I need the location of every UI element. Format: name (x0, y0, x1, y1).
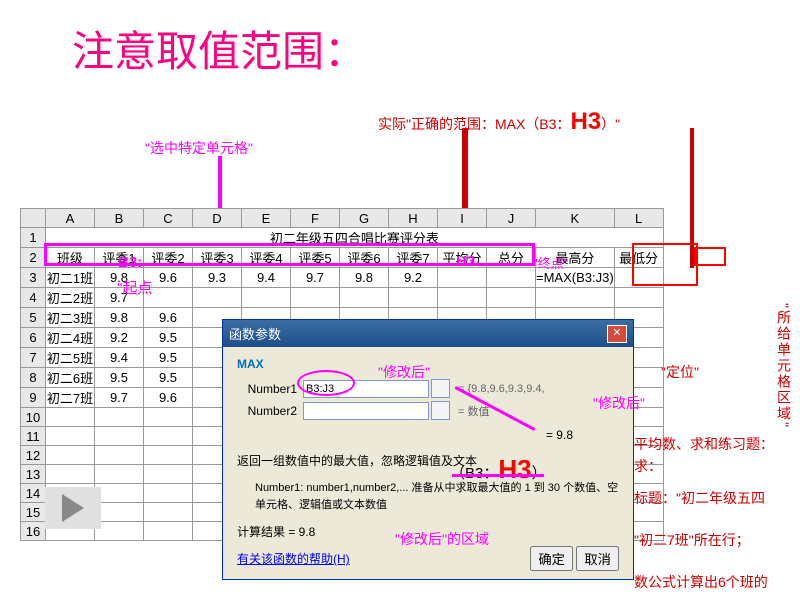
red-box-k (632, 243, 698, 286)
func-desc2: Number1: number1,number2,... 准备从中求取最大值的 … (255, 480, 619, 513)
ref-icon[interactable] (431, 401, 450, 420)
side4: "初二7班"所在行； (634, 530, 750, 550)
help-link[interactable]: 有关该函数的帮助(H) (237, 550, 350, 567)
anno-xgb1: "修改后" (378, 362, 430, 382)
ok-button[interactable]: 确定 (530, 546, 573, 571)
anno-xgb-area: "修改后"的区域 (395, 529, 489, 549)
side2: 求： (634, 456, 662, 476)
play-icon (62, 494, 84, 522)
anno-locate: "定位" (661, 362, 699, 382)
anno-b3h3: （B3：H3） (450, 454, 547, 485)
number2-input[interactable] (303, 402, 429, 420)
dialog-titlebar[interactable]: 函数参数 ✕ (223, 320, 633, 347)
anno-h3: H3 (456, 253, 475, 270)
play-button[interactable] (45, 487, 101, 529)
anno-b3: B3: (118, 254, 142, 271)
side5: 数公式计算出6个班的 (634, 572, 768, 592)
anno-suogei: "所给单元格区域" (774, 303, 794, 429)
side3: 标题："初二年级五四 (634, 488, 765, 508)
result-preview: = 9.8 (237, 428, 573, 442)
anno-xgb2: "修改后" (593, 393, 645, 413)
col-headers: ABCDEFGHIJKL (21, 209, 664, 228)
cancel-button[interactable]: 取消 (576, 546, 619, 571)
func-desc: 返回一组数值中的最大值，忽略逻辑值及文本 (237, 452, 619, 470)
anno-select: "选中特定单元格" (145, 138, 253, 158)
side1: 平均数、求和练习题： (634, 434, 774, 454)
circle-number1 (297, 370, 355, 396)
close-icon[interactable]: ✕ (607, 325, 627, 343)
anno-actual: 实际"正确的范围：MAX（B3：H3）" (378, 108, 620, 136)
underline (452, 474, 544, 477)
anno-start: "起点 (117, 280, 152, 298)
red-box-l (694, 247, 726, 266)
anno-end: "终点" (533, 253, 568, 272)
number1-label: Number1 (237, 382, 297, 396)
ref-icon[interactable] (431, 379, 450, 398)
number2-label: Number2 (237, 404, 297, 418)
page-title: 注意取值范围： (72, 18, 366, 79)
